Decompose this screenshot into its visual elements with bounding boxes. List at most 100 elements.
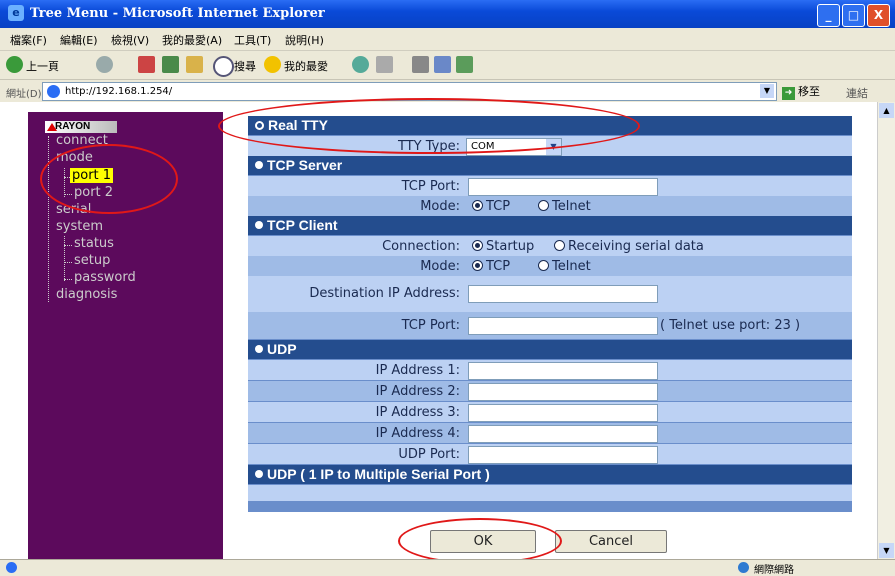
tree-item-setup[interactable]: setup <box>74 253 110 268</box>
client-port-input[interactable] <box>468 317 658 335</box>
address-dropdown-icon[interactable]: ▼ <box>760 84 774 98</box>
server-port-input[interactable] <box>468 178 658 196</box>
server-mode-tcp-radio[interactable]: TCP <box>472 199 510 214</box>
search-icon[interactable] <box>213 56 234 77</box>
back-icon[interactable] <box>6 56 23 73</box>
udp-ip2-input[interactable] <box>468 383 658 401</box>
tree-item-system[interactable]: system <box>56 219 103 234</box>
tree-item-diagnosis[interactable]: diagnosis <box>56 287 117 302</box>
connection-label: Connection: <box>382 239 460 254</box>
go-arrow-icon: ➜ <box>782 87 795 100</box>
mail-icon[interactable] <box>376 56 393 73</box>
page-icon <box>47 85 60 98</box>
scroll-down-icon[interactable]: ▼ <box>879 543 894 558</box>
client-mode-label: Mode: <box>420 259 460 274</box>
toolbar: 上一頁 搜尋 我的最愛 <box>0 51 895 80</box>
tree-item-port-2[interactable]: port 2 <box>74 185 113 200</box>
refresh-icon[interactable] <box>162 56 179 73</box>
section-tcp-server: TCP Server <box>248 156 852 175</box>
status-bar: 網際網路 <box>0 559 895 576</box>
ring-bullet-icon <box>255 120 264 130</box>
address-label: 網址(D) <box>6 89 42 100</box>
print-icon[interactable] <box>412 56 429 73</box>
rayon-logo: RAYON <box>45 121 117 133</box>
back-button[interactable]: 上一頁 <box>26 58 59 74</box>
edit-icon[interactable] <box>434 56 451 73</box>
scroll-up-icon[interactable]: ▲ <box>879 103 894 118</box>
row-udp-ip3: IP Address 3: <box>248 402 852 422</box>
row-udp-ip4: IP Address 4: <box>248 423 852 443</box>
logo-triangle-icon <box>47 123 57 131</box>
address-url: http://192.168.1.254/ <box>65 86 173 97</box>
row-client-mode: Mode: TCP Telnet <box>248 256 852 276</box>
client-mode-tcp-radio[interactable]: TCP <box>472 259 510 274</box>
server-mode-telnet-radio[interactable]: Telnet <box>538 199 591 214</box>
udp-ip3-label: IP Address 3: <box>375 405 460 420</box>
port-settings-form: Real TTY TTY Type: COM ▼ TCP Server TCP P… <box>248 116 852 512</box>
tree-item-status[interactable]: status <box>74 236 114 251</box>
ok-button[interactable]: OK <box>430 530 536 553</box>
client-mode-telnet-radio[interactable]: Telnet <box>538 259 591 274</box>
window-title: Tree Menu - Microsoft Internet Explorer <box>30 6 325 21</box>
row-tty-type: TTY Type: COM ▼ <box>248 136 852 156</box>
menu-favorites[interactable]: 我的最愛(A) <box>162 32 222 48</box>
page-content: RAYON connect mode port 1 port 2 serial … <box>0 98 877 564</box>
vertical-scrollbar[interactable]: ▲ ▼ <box>877 102 895 559</box>
window-title-bar: e Tree Menu - Microsoft Internet Explore… <box>0 0 895 28</box>
udp-ip3-input[interactable] <box>468 404 658 422</box>
history-icon[interactable] <box>352 56 369 73</box>
menu-edit[interactable]: 編輯(E) <box>60 32 98 48</box>
tty-type-select[interactable]: COM ▼ <box>466 138 562 156</box>
udp-ip1-label: IP Address 1: <box>375 363 460 378</box>
row-server-port: TCP Port: <box>248 176 852 196</box>
stop-icon[interactable] <box>138 56 155 73</box>
dot-bullet-icon <box>255 470 263 479</box>
tree-item-connect[interactable]: connect <box>56 133 108 148</box>
tree-item-port-1[interactable]: port 1 <box>70 168 114 183</box>
menu-file[interactable]: 檔案(F) <box>10 32 47 48</box>
udp-port-label: UDP Port: <box>398 447 460 462</box>
udp-ip2-label: IP Address 2: <box>375 384 460 399</box>
menu-tools[interactable]: 工具(T) <box>234 32 271 48</box>
tree-item-mode[interactable]: mode <box>56 150 93 165</box>
server-port-label: TCP Port: <box>401 179 460 194</box>
row-destination-ip: Destination IP Address: <box>248 276 852 312</box>
go-button[interactable]: ➜ 移至 <box>782 83 820 100</box>
udp-ip1-input[interactable] <box>468 362 658 380</box>
connection-receiving-radio[interactable]: Receiving serial data <box>554 239 704 254</box>
links-button[interactable]: 連結 <box>846 85 868 101</box>
zone-label: 網際網路 <box>754 565 794 576</box>
close-button[interactable]: X <box>867 4 890 27</box>
tree-item-password[interactable]: password <box>74 270 136 285</box>
destination-ip-input[interactable] <box>468 285 658 303</box>
row-udp-port: UDP Port: <box>248 444 852 464</box>
row-udp-multi-body <box>248 485 852 501</box>
minimize-button[interactable]: _ <box>817 4 840 27</box>
address-bar: 網址(D) http://192.168.1.254/ ▼ ➜ 移至 連結 <box>0 80 895 103</box>
address-input[interactable]: http://192.168.1.254/ ▼ <box>42 82 777 101</box>
connection-startup-radio[interactable]: Startup <box>472 239 534 254</box>
telnet-port-hint: ( Telnet use port: 23 ) <box>660 318 801 333</box>
maximize-button[interactable]: □ <box>842 4 865 27</box>
udp-port-input[interactable] <box>468 446 658 464</box>
search-button[interactable]: 搜尋 <box>234 58 256 74</box>
row-connection: Connection: Startup Receiving serial dat… <box>248 236 852 256</box>
cancel-button[interactable]: Cancel <box>555 530 667 553</box>
menu-view[interactable]: 檢視(V) <box>111 32 149 48</box>
section-real-tty: Real TTY <box>248 116 852 135</box>
ie-logo-icon: e <box>8 5 24 21</box>
section-udp: UDP <box>248 340 852 359</box>
forward-icon[interactable] <box>96 56 113 73</box>
udp-ip4-input[interactable] <box>468 425 658 443</box>
menu-help[interactable]: 說明(H) <box>285 32 324 48</box>
tty-type-label: TTY Type: <box>398 139 460 154</box>
globe-icon <box>738 562 749 573</box>
favorites-button[interactable]: 我的最愛 <box>284 58 328 74</box>
messenger-icon[interactable] <box>456 56 473 73</box>
section-udp-multi: UDP ( 1 IP to Multiple Serial Port ) <box>248 465 852 484</box>
client-port-label: TCP Port: <box>401 318 460 333</box>
tree-item-serial[interactable]: serial <box>56 202 91 217</box>
favorites-star-icon[interactable] <box>264 56 281 73</box>
home-icon[interactable] <box>186 56 203 73</box>
dot-bullet-icon <box>255 221 263 230</box>
